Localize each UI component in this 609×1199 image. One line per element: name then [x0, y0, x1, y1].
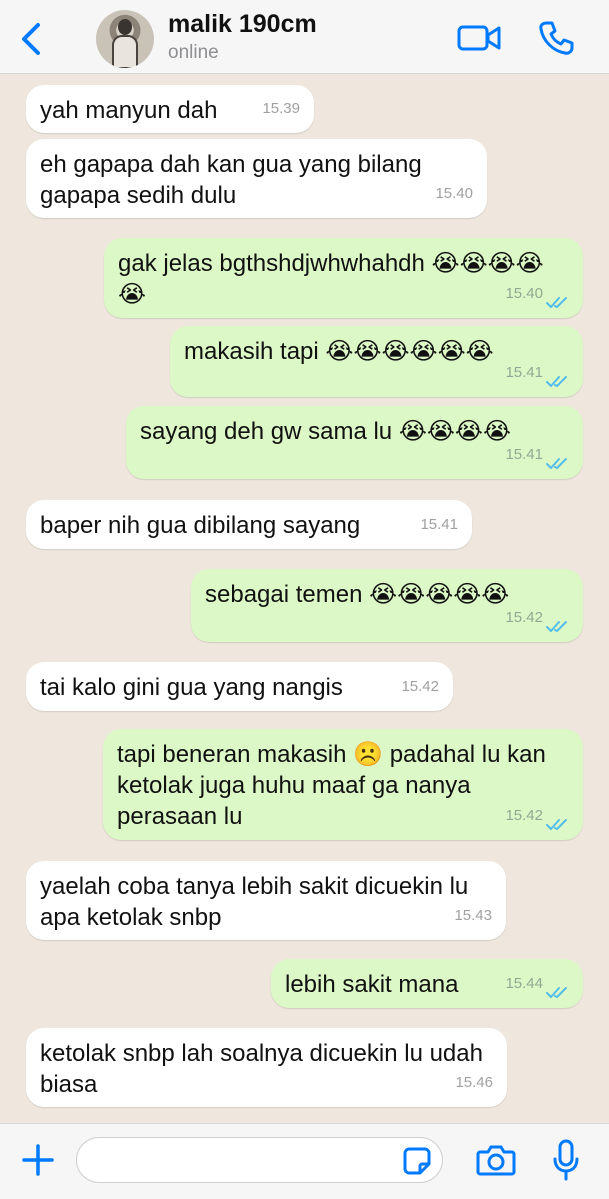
camera-icon[interactable]: [476, 1142, 516, 1178]
read-ticks-icon: [546, 297, 567, 308]
message-time: 15.42: [505, 807, 543, 824]
message-bubble-incoming[interactable]: eh gapapa dah kan gua yang bilang gapapa…: [26, 139, 487, 218]
message-bubble-outgoing[interactable]: lebih sakit mana 15.44: [271, 959, 583, 1008]
message-text: yah manyun dah: [40, 97, 218, 124]
message-composer: [0, 1123, 609, 1199]
read-ticks-icon: [546, 987, 567, 998]
message-text: eh gapapa dah kan gua yang bilang gapapa…: [40, 151, 429, 209]
message-text: tapi beneran makasih ☹️ padahal lu kan k…: [117, 741, 553, 830]
message-time: 15.42: [401, 678, 439, 695]
message-time: 15.43: [454, 907, 492, 924]
message-time: 15.44: [505, 975, 543, 992]
message-text: yaelah coba tanya lebih sakit dicuekin l…: [40, 873, 475, 931]
message-time: 15.40: [435, 185, 473, 202]
video-camera-icon[interactable]: [457, 22, 501, 54]
message-bubble-incoming[interactable]: yah manyun dah 15.39: [26, 85, 314, 133]
message-bubble-incoming[interactable]: baper nih gua dibilang sayang 15.41: [26, 500, 472, 549]
message-time: 15.39: [262, 100, 300, 117]
message-bubble-outgoing[interactable]: gak jelas bgthshdjwhwhahdh 😭😭😭😭😭 15.40: [104, 238, 583, 318]
message-time: 15.41: [505, 446, 543, 463]
avatar[interactable]: [96, 10, 154, 68]
read-ticks-icon: [546, 819, 567, 830]
message-time: 15.41: [420, 516, 458, 533]
contact-name[interactable]: malik 190cm: [168, 10, 317, 39]
message-text: tai kalo gini gua yang nangis: [40, 674, 343, 701]
read-ticks-icon: [546, 458, 567, 469]
message-bubble-outgoing[interactable]: sayang deh gw sama lu 😭😭😭😭 15.41: [126, 406, 583, 479]
sticker-icon[interactable]: [402, 1146, 432, 1176]
read-ticks-icon: [546, 376, 567, 387]
message-time: 15.42: [505, 609, 543, 626]
message-text: baper nih gua dibilang sayang: [40, 512, 361, 539]
contact-status: online: [168, 42, 219, 63]
message-text: gak jelas bgthshdjwhwhahdh 😭😭😭😭😭: [118, 250, 544, 308]
read-ticks-icon: [546, 621, 567, 632]
plus-icon[interactable]: [20, 1142, 56, 1178]
message-bubble-incoming[interactable]: ketolak snbp lah soalnya dicuekin lu uda…: [26, 1028, 507, 1107]
message-time: 15.46: [455, 1074, 493, 1091]
message-bubble-incoming[interactable]: tai kalo gini gua yang nangis 15.42: [26, 662, 453, 711]
message-input[interactable]: [76, 1137, 443, 1183]
phone-icon[interactable]: [538, 20, 574, 56]
chevron-left-icon[interactable]: [18, 22, 46, 56]
message-bubble-outgoing[interactable]: makasih tapi 😭😭😭😭😭😭 15.41: [170, 326, 583, 397]
message-bubble-incoming[interactable]: yaelah coba tanya lebih sakit dicuekin l…: [26, 861, 506, 940]
message-time: 15.40: [505, 285, 543, 302]
message-bubble-outgoing[interactable]: sebagai temen 😭😭😭😭😭 15.42: [191, 569, 583, 642]
microphone-icon[interactable]: [552, 1139, 580, 1181]
message-text: ketolak snbp lah soalnya dicuekin lu uda…: [40, 1040, 490, 1098]
message-list[interactable]: yah manyun dah 15.39 eh gapapa dah kan g…: [0, 75, 609, 1123]
chat-header: malik 190cm online: [0, 0, 609, 74]
message-time: 15.41: [505, 364, 543, 381]
message-bubble-outgoing[interactable]: tapi beneran makasih ☹️ padahal lu kan k…: [103, 729, 583, 840]
